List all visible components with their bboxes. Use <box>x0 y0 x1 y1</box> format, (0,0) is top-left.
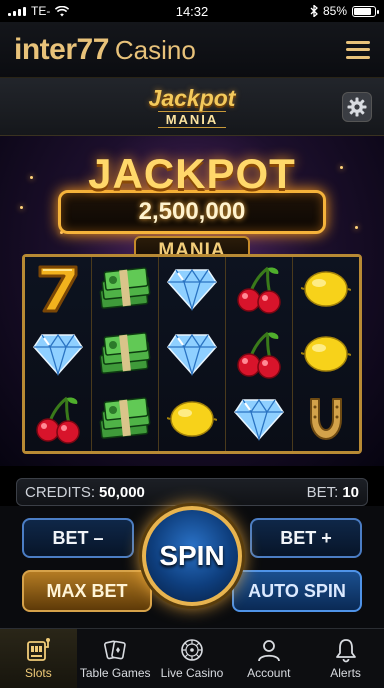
jackpot-title: JACKPOT <box>88 150 296 197</box>
nav-item-table-games[interactable]: Table Games <box>77 629 154 688</box>
info-bar: CREDITS: 50,000 BET: 10 <box>16 478 368 506</box>
battery-percent: 85% <box>322 4 347 18</box>
reel-column <box>159 257 226 451</box>
bottom-nav: Slots Table Games Live Casino Account Al… <box>0 628 384 688</box>
sparkle <box>355 226 358 229</box>
roulette-icon <box>181 639 203 661</box>
status-right: 85% <box>310 4 379 18</box>
carrier-label: TE- <box>31 4 51 18</box>
gear-icon <box>347 97 367 117</box>
nav-item-account[interactable]: Account <box>230 629 307 688</box>
reel-column <box>25 257 92 451</box>
jackpot-amount: 2,500,000 <box>138 198 246 225</box>
slot-machine-icon <box>27 638 51 661</box>
jackpot-banner: JACKPOT 2,500,000 MANIA <box>52 150 332 264</box>
wifi-icon <box>55 5 70 16</box>
nav-item-alerts[interactable]: Alerts <box>307 629 384 688</box>
reel-column <box>226 257 293 451</box>
controls: BET – BET + MAX BET AUTO SPIN SPIN <box>0 506 384 628</box>
reel-column <box>92 257 159 451</box>
brand-sub: Casino <box>114 34 196 65</box>
cherry-icon <box>25 386 91 451</box>
bet-label: BET: <box>306 483 339 501</box>
sparkle <box>340 166 343 169</box>
nav-item-slots[interactable]: Slots <box>0 629 77 688</box>
nav-label: Live Casino <box>160 666 224 680</box>
nav-label: Slots <box>25 666 52 680</box>
battery-icon <box>352 5 379 17</box>
cash-icon <box>92 257 158 322</box>
bluetooth-icon <box>310 5 318 17</box>
cash-icon <box>92 322 158 387</box>
nav-label: Table Games <box>79 666 151 680</box>
app-header: inter77 Casino <box>0 22 384 78</box>
bet-group: BET: 10 <box>307 484 359 501</box>
brand-main: inter77 <box>14 32 109 66</box>
game-title-bar: Jackpot MANIA <box>0 78 384 136</box>
status-left: TE- <box>8 4 70 18</box>
sparkle <box>30 176 33 179</box>
game-stage: JACKPOT 2,500,000 MANIA <box>0 136 384 466</box>
diamond-icon <box>226 386 292 451</box>
lemon-icon <box>293 257 359 322</box>
diamond-icon <box>159 322 225 387</box>
brand-logo[interactable]: inter77 Casino <box>14 33 196 67</box>
bet-value: 10 <box>342 483 359 501</box>
nav-label: Alerts <box>330 666 361 680</box>
game-logo-top: Jackpot <box>148 85 236 111</box>
game-logo-bottom: MANIA <box>157 111 227 128</box>
signal-icon <box>8 6 26 16</box>
nav-item-live-casino[interactable]: Live Casino <box>154 629 231 688</box>
max-bet-button[interactable]: MAX BET <box>22 570 152 612</box>
bell-icon <box>335 639 356 663</box>
user-icon <box>257 640 280 662</box>
reel-column <box>293 257 359 451</box>
status-bar: TE- 14:32 85% <box>0 0 384 22</box>
horseshoe-icon <box>293 386 359 451</box>
spin-button[interactable]: SPIN <box>142 506 242 606</box>
auto-spin-button[interactable]: AUTO SPIN <box>232 570 362 612</box>
diamond-icon <box>25 322 91 387</box>
seven-icon <box>25 257 91 322</box>
lemon-icon <box>159 386 225 451</box>
nav-label: Account <box>247 666 291 680</box>
sparkle <box>20 206 23 209</box>
credits-value: 50,000 <box>99 483 145 501</box>
bet-plus-button[interactable]: BET + <box>250 518 362 558</box>
lemon-icon <box>293 322 359 387</box>
cash-icon <box>92 386 158 451</box>
game-logo: Jackpot MANIA <box>0 86 384 129</box>
reel-grid <box>22 254 362 454</box>
diamond-icon <box>159 257 225 322</box>
settings-button[interactable] <box>342 92 372 122</box>
battery-fill <box>354 7 371 15</box>
credits-label: CREDITS: <box>25 483 96 501</box>
cards-icon <box>104 640 126 660</box>
hamburger-icon[interactable] <box>346 40 370 59</box>
cherry-icon <box>226 257 292 322</box>
bet-minus-button[interactable]: BET – <box>22 518 134 558</box>
cherry-icon <box>226 322 292 387</box>
